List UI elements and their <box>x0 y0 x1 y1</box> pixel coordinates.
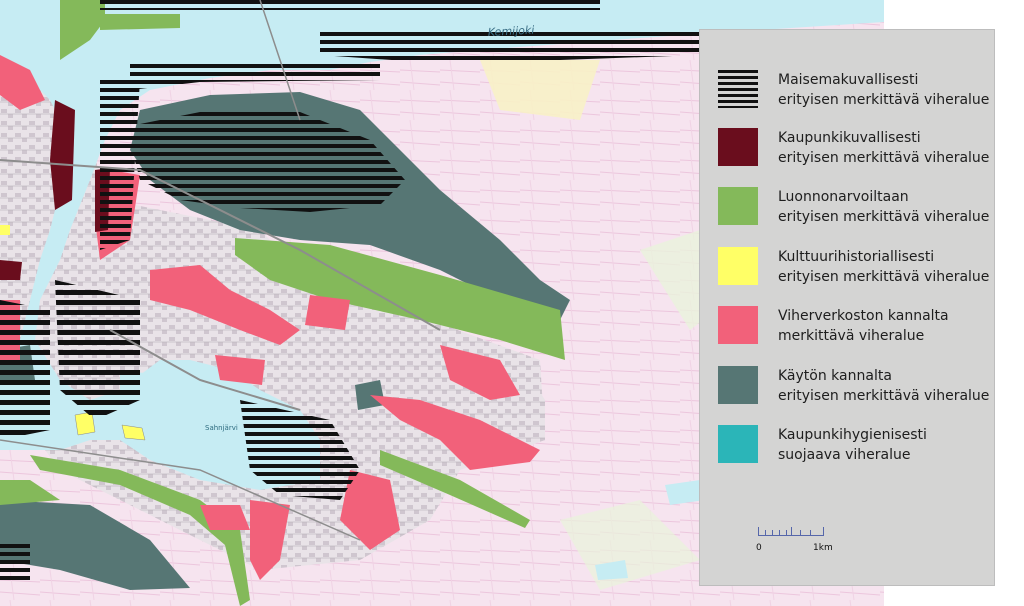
network-area <box>305 295 350 330</box>
legend-label-nature: Luonnonarvoiltaan erityisen merkittävä v… <box>778 189 990 225</box>
legend-item-nature: Luonnonarvoiltaan erityisen merkittävä v… <box>718 187 989 231</box>
legend-label-network: Viherverkoston kannalta merkittävä viher… <box>778 308 949 344</box>
scale-bar: 0 1km <box>756 527 838 557</box>
cultural-area <box>0 225 10 235</box>
legend-swatch-use <box>718 366 758 404</box>
legend-item-hygiene: Kaupunkihygienisesti suojaava viheralue <box>718 425 988 469</box>
legend-item-townscape: Kaupunkikuvallisesti erityisen merkittäv… <box>718 128 989 172</box>
landscape-area-south <box>0 540 30 580</box>
map-legend: Maisemakuvallisesti erityisen merkittävä… <box>699 29 995 586</box>
legend-label-landscape: Maisemakuvallisesti erityisen merkittävä… <box>778 72 990 108</box>
legend-swatch-townscape <box>718 128 758 166</box>
label-kemijoki: Kemijoki <box>487 24 534 39</box>
legend-label-use: Käytön kannalta erityisen merkittävä vih… <box>778 368 990 404</box>
legend-label-cultural: Kulttuurihistoriallisesti erityisen merk… <box>778 249 990 285</box>
legend-item-landscape: Maisemakuvallisesti erityisen merkittävä… <box>718 70 989 114</box>
legend-swatch-hygiene <box>718 425 758 463</box>
legend-swatch-landscape <box>718 70 758 108</box>
legend-item-cultural: Kulttuurihistoriallisesti erityisen merk… <box>718 247 989 291</box>
scale-label-start: 0 <box>756 543 762 553</box>
legend-label-hygiene: Kaupunkihygienisesti suojaava viheralue <box>778 427 927 463</box>
legend-label-townscape: Kaupunkikuvallisesti erityisen merkittäv… <box>778 130 990 166</box>
scale-label-end: 1km <box>813 543 833 553</box>
landscape-area-west-edge <box>0 300 50 440</box>
landscape-area-north <box>100 0 600 10</box>
townscape-area <box>0 260 22 280</box>
legend-swatch-network <box>718 306 758 344</box>
legend-swatch-cultural <box>718 247 758 285</box>
legend-item-network: Viherverkoston kannalta merkittävä viher… <box>718 306 988 350</box>
legend-swatch-nature <box>718 187 758 225</box>
townscape-area <box>50 100 75 210</box>
label-sahnjarvi: Sahnjärvi <box>205 424 238 432</box>
nature-area-north2 <box>100 14 180 30</box>
scale-ruler <box>758 527 824 536</box>
legend-item-use: Käytön kannalta erityisen merkittävä vih… <box>718 366 989 410</box>
